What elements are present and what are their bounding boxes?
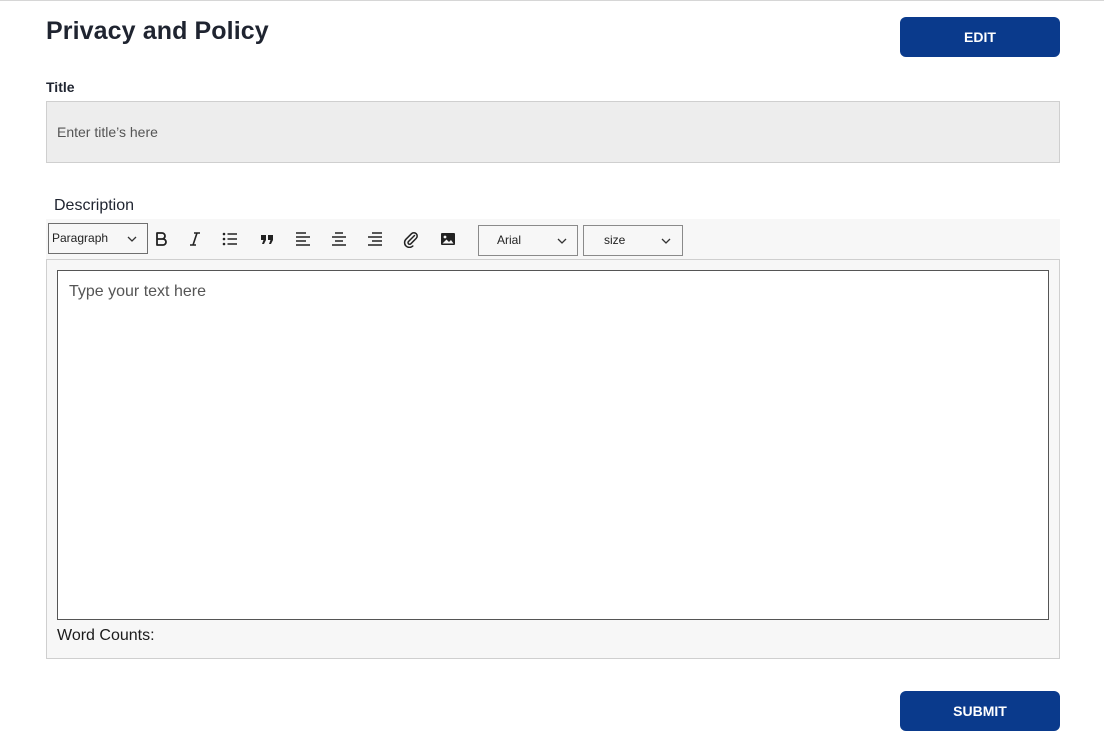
edit-button[interactable]: EDIT bbox=[900, 17, 1060, 57]
font-family-value: Arial bbox=[497, 233, 522, 247]
image-button[interactable] bbox=[436, 228, 460, 250]
quote-icon bbox=[261, 235, 273, 244]
font-size-value: size bbox=[604, 233, 626, 247]
chevron-down-icon bbox=[557, 238, 567, 244]
font-size-select[interactable]: size bbox=[583, 225, 683, 256]
title-label: Title bbox=[46, 79, 75, 95]
quote-button[interactable] bbox=[255, 228, 279, 250]
image-icon bbox=[441, 233, 455, 245]
align-center-button[interactable] bbox=[327, 228, 351, 250]
font-family-select[interactable]: Arial bbox=[478, 225, 578, 256]
align-left-icon bbox=[296, 232, 310, 246]
align-right-button[interactable] bbox=[363, 228, 387, 250]
bullet-list-button[interactable] bbox=[218, 228, 242, 250]
title-input[interactable] bbox=[46, 101, 1060, 163]
bold-icon bbox=[156, 232, 167, 246]
submit-button[interactable]: SUBMIT bbox=[900, 691, 1060, 731]
italic-button[interactable] bbox=[183, 228, 207, 250]
editor-toolbar: Paragraph Arial size bbox=[46, 219, 1060, 259]
attachment-icon bbox=[403, 232, 418, 248]
word-count-label: Word Counts: bbox=[57, 627, 155, 644]
description-label: Description bbox=[54, 197, 135, 214]
align-center-icon bbox=[332, 232, 346, 246]
page-title: Privacy and Policy bbox=[46, 17, 269, 45]
description-editor[interactable] bbox=[57, 270, 1049, 620]
chevron-down-icon bbox=[127, 236, 137, 242]
align-left-button[interactable] bbox=[291, 228, 315, 250]
attachment-button[interactable] bbox=[399, 228, 423, 250]
paragraph-format-select[interactable]: Paragraph bbox=[48, 223, 148, 254]
italic-icon bbox=[190, 232, 200, 246]
paragraph-format-value: Paragraph bbox=[52, 231, 109, 245]
bold-button[interactable] bbox=[149, 228, 173, 250]
chevron-down-icon bbox=[661, 238, 671, 244]
align-right-icon bbox=[368, 232, 382, 246]
bullet-list-icon bbox=[222, 232, 237, 246]
top-divider bbox=[0, 0, 1104, 1]
